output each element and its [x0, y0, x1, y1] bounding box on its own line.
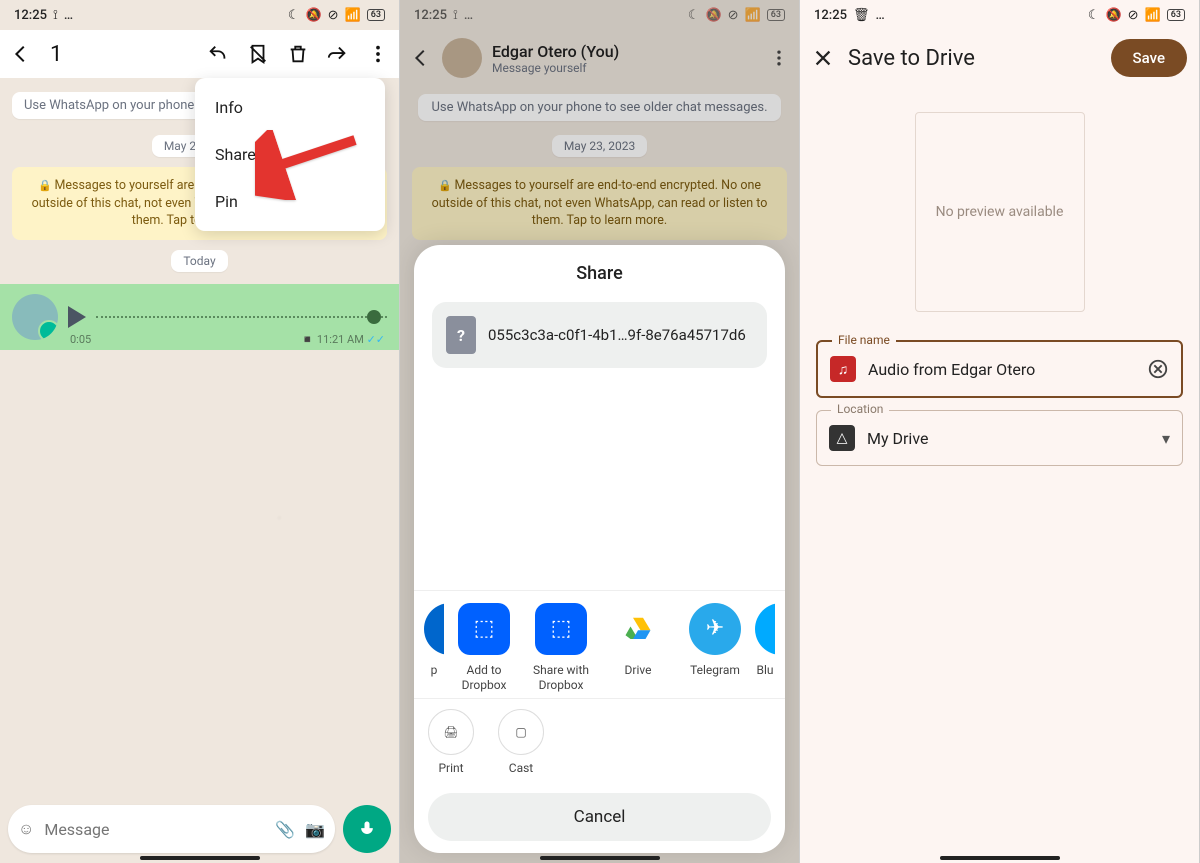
share-app-cut-right[interactable]: Blu — [755, 597, 775, 692]
home-indicator — [140, 856, 260, 860]
voice-message[interactable]: 0:05 ◾ 11:21 AM ✓✓ — [0, 284, 399, 350]
chevron-down-icon: ▾ — [1162, 429, 1170, 448]
mic-button[interactable] — [343, 805, 391, 853]
more-icon[interactable] — [367, 43, 389, 65]
back-icon[interactable] — [10, 43, 32, 65]
share-action-row: 🖨Print ▢Cast — [414, 699, 785, 785]
home-indicator — [540, 856, 660, 860]
share-app-drive[interactable]: Drive — [601, 597, 675, 692]
date-pill-today: Today — [171, 250, 227, 272]
battery-level: 63 — [367, 9, 385, 21]
camera-icon[interactable]: 📷 — [305, 820, 325, 839]
location-label: Location — [831, 402, 889, 416]
clear-icon[interactable] — [1147, 358, 1169, 380]
save-button[interactable]: Save — [1111, 39, 1187, 77]
audio-duration: 0:05 — [70, 333, 91, 346]
cast-icon: ▢ — [498, 709, 544, 755]
menu-info[interactable]: Info — [195, 84, 385, 131]
attach-icon[interactable]: 📎 — [275, 820, 295, 839]
print-icon: 🖨 — [428, 709, 474, 755]
play-icon[interactable] — [68, 306, 86, 328]
message-input[interactable] — [44, 820, 265, 839]
bookmark-off-icon[interactable] — [247, 43, 269, 65]
location-value: My Drive — [867, 429, 1150, 448]
status-bar: 12:25⟟… ☾🔕⊘📶63 — [0, 0, 399, 30]
action-cast[interactable]: ▢Cast — [498, 709, 544, 775]
selection-toolbar: 1 — [0, 30, 399, 78]
location-field[interactable]: Location △ My Drive ▾ — [816, 410, 1183, 466]
preview-box: No preview available — [915, 112, 1085, 312]
cancel-button[interactable]: Cancel — [428, 793, 771, 841]
share-app-cut-left[interactable]: p — [424, 597, 444, 692]
delete-icon[interactable] — [287, 43, 309, 65]
drive-toolbar: Save to Drive Save — [800, 30, 1199, 86]
share-app-telegram[interactable]: ✈Telegram — [678, 597, 752, 692]
filename-label: File name — [832, 333, 896, 347]
audio-time: 11:21 AM — [317, 333, 364, 346]
share-app-dropbox-add[interactable]: ⬚Add to Dropbox — [447, 597, 521, 692]
reply-icon[interactable] — [207, 43, 229, 65]
audio-track[interactable] — [96, 308, 387, 326]
file-name: 055c3c3a-c0f1-4b1…9f-8e76a45717d6 — [488, 326, 746, 344]
close-icon[interactable] — [812, 47, 834, 69]
drive-title: Save to Drive — [848, 46, 1097, 71]
selection-count: 1 — [50, 42, 62, 67]
share-file-card[interactable]: ? 055c3c3a-c0f1-4b1…9f-8e76a45717d6 — [432, 302, 767, 368]
filename-value: Audio from Edgar Otero — [868, 360, 1135, 379]
audio-file-icon: ♫ — [830, 356, 856, 382]
sheet-title: Share — [414, 263, 785, 284]
filename-field[interactable]: File name ♫ Audio from Edgar Otero — [816, 340, 1183, 398]
status-time: 12:25 — [14, 8, 47, 23]
drive-icon: △ — [829, 425, 855, 451]
avatar — [12, 294, 58, 340]
annotation-arrow — [255, 130, 365, 200]
forward-icon[interactable] — [327, 43, 349, 65]
share-app-row[interactable]: p ⬚Add to Dropbox ⬚Share with Dropbox Dr… — [414, 590, 785, 699]
share-app-dropbox-share[interactable]: ⬚Share with Dropbox — [524, 597, 598, 692]
action-print[interactable]: 🖨Print — [428, 709, 474, 775]
home-indicator — [940, 856, 1060, 860]
status-bar: 12:25🗑… ☾🔕⊘📶63 — [800, 0, 1199, 30]
emoji-icon[interactable]: ☺ — [18, 819, 34, 839]
file-icon: ? — [446, 316, 476, 354]
composer: ☺ 📎 📷 — [8, 805, 391, 853]
share-sheet: Share ? 055c3c3a-c0f1-4b1…9f-8e76a45717d… — [414, 245, 785, 853]
